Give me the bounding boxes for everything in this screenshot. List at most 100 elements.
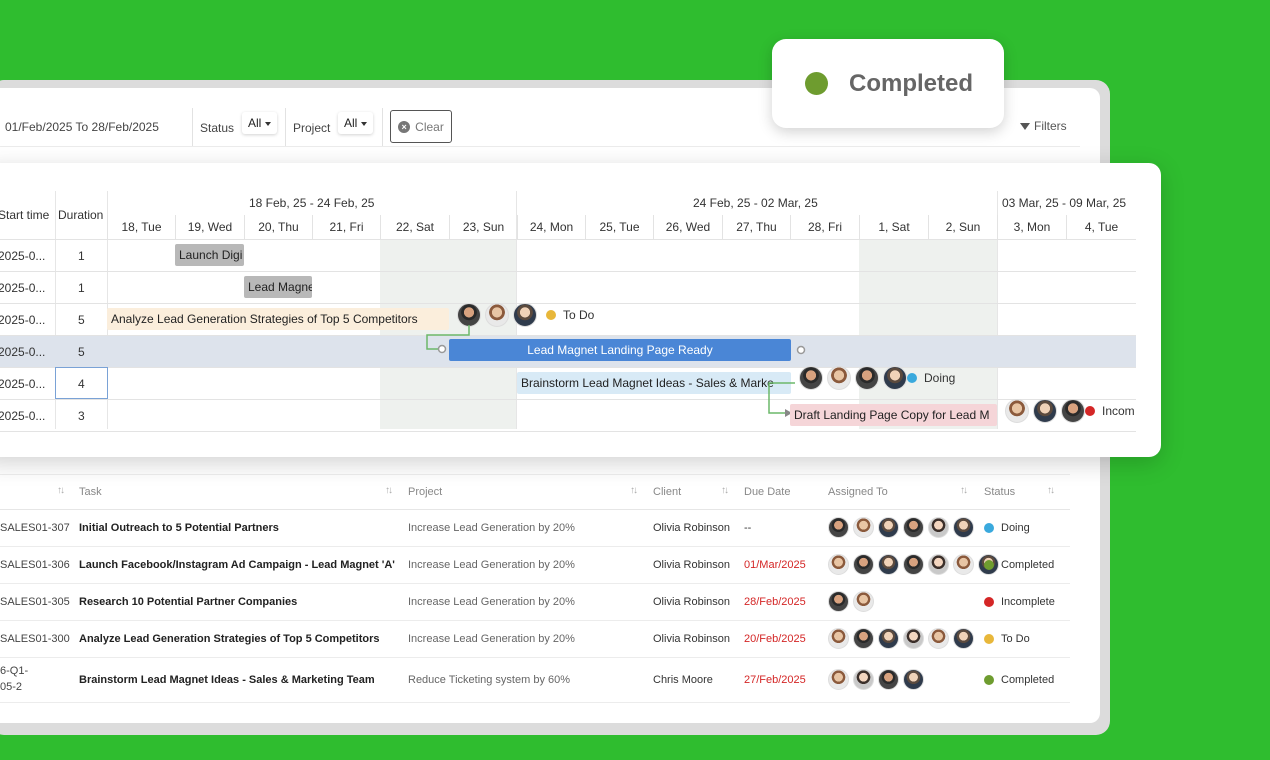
column-header-due-date[interactable]: Due Date [744,486,790,498]
week-header: 03 Mar, 25 - 09 Mar, 25 [1002,196,1127,210]
gantt-row[interactable] [0,271,1136,303]
column-header-assigned-to[interactable]: Assigned To [828,486,888,498]
gantt-task-bar[interactable]: Launch Digi [175,244,244,266]
sort-icon[interactable]: ↑↓ [1047,485,1055,496]
date-range-picker[interactable]: 01/Feb/2025 To 28/Feb/2025 [5,120,159,134]
avatar[interactable] [903,628,924,649]
filters-button[interactable]: Filters [1020,119,1067,133]
avatar[interactable] [878,554,899,575]
avatar[interactable] [1061,399,1085,423]
column-header-task[interactable]: Task [79,486,102,498]
task-id: SALES01-306 [0,559,70,571]
task-name[interactable]: Brainstorm Lead Magnet Ideas - Sales & M… [79,674,375,686]
avatar[interactable] [903,669,924,690]
completed-status-card[interactable]: Completed [772,39,1004,128]
avatar[interactable] [883,366,907,390]
sort-icon[interactable]: ↑↓ [385,485,393,496]
day-header: 20, Thu [244,215,312,239]
status-label: Completed [1001,674,1055,686]
link-handle-icon[interactable] [795,344,807,356]
gantt-task-bar[interactable]: Brainstorm Lead Magnet Ideas - Sales & M… [517,372,791,394]
sort-icon[interactable]: ↑↓ [960,485,968,496]
table-row[interactable]: SALES01-307 Initial Outreach to 5 Potent… [0,510,1070,547]
avatar[interactable] [878,669,899,690]
avatar[interactable] [903,517,924,538]
toolbar-divider [285,108,286,146]
task-id: 6-Q1- 05-2 [0,663,28,695]
completed-card-label: Completed [849,69,974,97]
gantt-task-bar[interactable]: Analyze Lead Generation Strategies of To… [107,308,449,330]
avatar[interactable] [953,554,974,575]
day-header: 1, Sat [859,215,928,239]
week-header: 24 Feb, 25 - 02 Mar, 25 [693,196,818,210]
avatar[interactable] [828,554,849,575]
avatar[interactable] [485,303,509,327]
avatar[interactable] [1005,399,1029,423]
task-due-date: 01/Mar/2025 [744,559,806,571]
funnel-icon [1020,123,1030,131]
avatar[interactable] [828,517,849,538]
gantt-task-bar[interactable]: Lead Magne [244,276,312,298]
avatar[interactable] [827,366,851,390]
day-header: 2, Sun [928,215,997,239]
gantt-row[interactable] [0,239,1136,271]
task-project: Increase Lead Generation by 20% [408,633,575,645]
avatar[interactable] [853,591,874,612]
avatar[interactable] [903,554,924,575]
avatar[interactable] [953,628,974,649]
avatar[interactable] [855,366,879,390]
avatar[interactable] [828,628,849,649]
task-client: Olivia Robinson [653,522,731,534]
table-row[interactable]: SALES01-305 Research 10 Potential Partne… [0,584,1070,621]
sort-icon[interactable]: ↑↓ [630,485,638,496]
avatar[interactable] [928,554,949,575]
clear-button[interactable]: × Clear [390,110,452,143]
avatar[interactable] [799,366,823,390]
task-id-line: 6-Q1- [0,665,29,677]
avatar[interactable] [1033,399,1057,423]
task-name[interactable]: Analyze Lead Generation Strategies of To… [79,633,380,645]
project-filter-dropdown[interactable]: All [338,112,374,134]
task-project: Increase Lead Generation by 20% [408,522,575,534]
avatar[interactable] [853,669,874,690]
avatar[interactable] [828,669,849,690]
status-dot [546,310,556,320]
sort-icon[interactable]: ↑↓ [721,485,729,496]
avatar[interactable] [853,628,874,649]
table-row[interactable]: 6-Q1- 05-2 Brainstorm Lead Magnet Ideas -… [0,658,1070,703]
avatar[interactable] [853,554,874,575]
column-header-project[interactable]: Project [408,486,442,498]
task-name[interactable]: Initial Outreach to 5 Potential Partners [79,522,279,534]
table-row[interactable]: SALES01-300 Analyze Lead Generation Stra… [0,621,1070,658]
status-dot [984,597,994,607]
gantt-assignee-avatars [799,366,907,390]
task-client: Olivia Robinson [653,559,731,571]
task-name[interactable]: Launch Facebook/Instagram Ad Campaign - … [79,559,395,571]
gantt-task-bar[interactable]: Draft Landing Page Copy for Lead M [790,404,997,426]
column-header-status[interactable]: Status [984,486,1015,498]
avatar[interactable] [513,303,537,327]
status-filter-dropdown[interactable]: All [242,112,278,134]
avatar[interactable] [928,517,949,538]
gantt-status-badge: Incom [1085,404,1135,418]
avatar[interactable] [878,628,899,649]
week-header: 18 Feb, 25 - 24 Feb, 25 [249,196,375,210]
row-start-time: 2025-0... [0,345,46,359]
avatar[interactable] [928,628,949,649]
task-name[interactable]: Research 10 Potential Partner Companies [79,596,297,608]
gantt-task-bar-selected[interactable]: Lead Magnet Landing Page Ready [449,339,791,361]
status-badge: Completed [984,559,1054,571]
column-header-client[interactable]: Client [653,486,681,498]
table-row[interactable]: SALES01-306 Launch Facebook/Instagram Ad… [0,547,1070,584]
sort-icon[interactable]: ↑↓ [57,485,65,496]
avatar[interactable] [878,517,899,538]
row-duration: 1 [78,249,85,263]
caret-down-icon [265,121,272,126]
task-project: Increase Lead Generation by 20% [408,559,575,571]
avatar[interactable] [953,517,974,538]
avatar[interactable] [853,517,874,538]
avatar[interactable] [828,591,849,612]
row-start-time: 2025-0... [0,249,46,263]
status-label: Doing [1001,522,1030,534]
status-dot [984,634,994,644]
